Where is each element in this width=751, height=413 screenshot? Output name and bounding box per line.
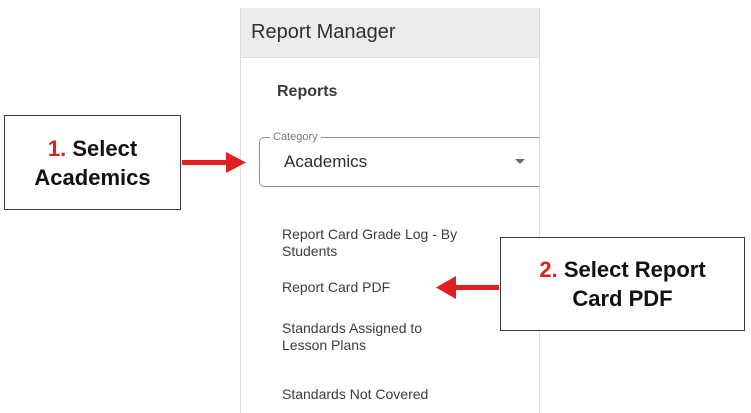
chevron-down-icon[interactable] bbox=[515, 159, 525, 164]
category-value: Academics bbox=[284, 152, 368, 171]
reports-heading: Reports bbox=[277, 83, 338, 100]
report-item-standards-assigned[interactable]: Standards Assigned to Lesson Plans bbox=[282, 320, 462, 354]
callout-1-number: 1. bbox=[47, 135, 67, 161]
callout-1-line2: Academics bbox=[34, 164, 151, 190]
callout-2-line1: 2. Select Report bbox=[539, 255, 705, 284]
callout-2-text1: Select Report bbox=[563, 257, 706, 282]
callout-select-academics: 1. Select Academics bbox=[4, 115, 181, 210]
report-item-report-card-pdf[interactable]: Report Card PDF bbox=[282, 279, 462, 296]
arrow-right-icon bbox=[182, 152, 246, 173]
callout-2-line2: Card PDF bbox=[572, 286, 673, 311]
report-manager-panel: Report Manager Reports Category Academic… bbox=[240, 8, 540, 413]
report-item-standards-not-covered[interactable]: Standards Not Covered bbox=[282, 386, 462, 403]
screenshot-stage: Report Manager Reports Category Academic… bbox=[0, 0, 751, 413]
callout-2-number: 2. bbox=[539, 257, 558, 282]
callout-select-report-card-pdf: 2. Select Report Card PDF bbox=[500, 237, 745, 331]
panel-header: Report Manager bbox=[241, 8, 539, 58]
callout-1-text1: Select bbox=[72, 135, 138, 161]
report-item-grade-log[interactable]: Report Card Grade Log - By Students bbox=[282, 226, 462, 260]
panel-title: Report Manager bbox=[251, 21, 396, 43]
category-select[interactable]: Category Academics bbox=[259, 131, 539, 187]
callout-1-line1: 1. Select bbox=[48, 134, 137, 163]
category-legend: Category bbox=[270, 131, 321, 143]
